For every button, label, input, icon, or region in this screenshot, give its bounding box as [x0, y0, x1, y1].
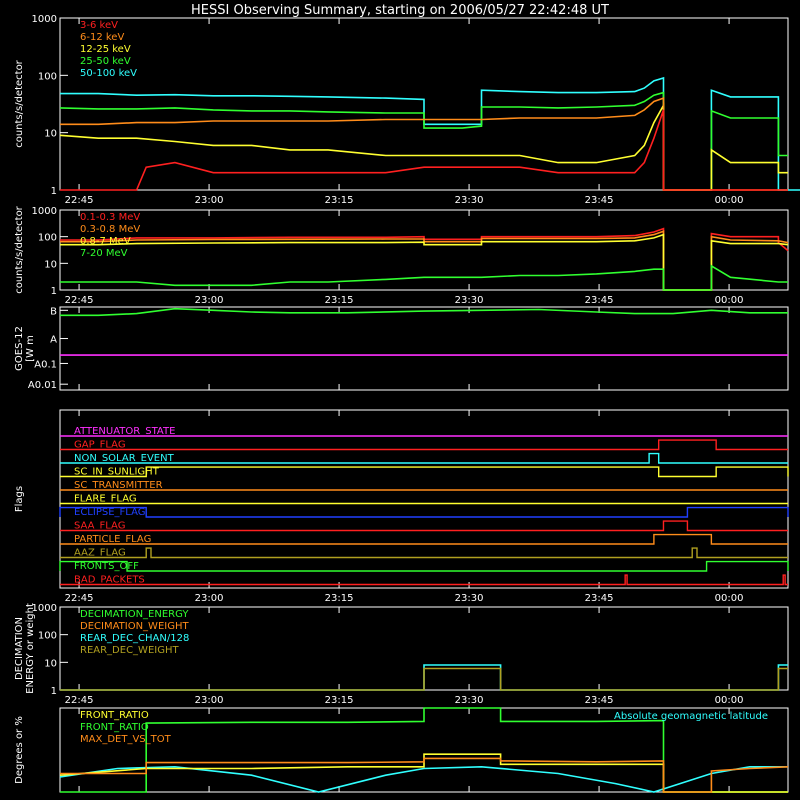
summary-chart: HESSI Observing Summary, starting on 200…: [0, 0, 800, 800]
y-axis-label: counts/s/detector: [14, 59, 25, 147]
legend-entry: DECIMATION_ENERGY: [80, 609, 189, 620]
legend-entry: FRONT_RATIO: [80, 710, 149, 721]
x-tick-label: 00:00: [715, 593, 744, 604]
y-tick-label: A: [50, 335, 57, 346]
flag-label: ECLIPSE_FLAG: [74, 507, 145, 518]
x-tick-label: 23:30: [455, 695, 484, 706]
y-axis-label: counts/s/detector: [14, 205, 25, 293]
x-tick-label: 23:45: [585, 195, 614, 206]
x-tick-label: 00:00: [715, 295, 744, 306]
x-tick-label: 22:45: [65, 195, 94, 206]
y-tick-label: 100: [38, 233, 57, 244]
legend-entry: 25-50 keV: [80, 56, 131, 67]
annotation-label: Absolute geomagnetic latitude: [614, 711, 768, 722]
x-tick-label: 23:15: [325, 295, 354, 306]
legend-entry: 3-6 keV: [80, 20, 118, 31]
legend-entry: FRONT_RATIO: [80, 722, 149, 733]
legend-entry: REAR_DEC_CHAN/128: [80, 633, 189, 644]
x-tick-label: 00:00: [715, 695, 744, 706]
y-tick-label: 10: [44, 129, 57, 140]
x-tick-label: 23:00: [195, 295, 224, 306]
x-tick-label: 23:00: [195, 195, 224, 206]
legend-entry: MAX_DET_VS_TOT: [80, 734, 172, 745]
legend-entry: 12-25 keV: [80, 44, 131, 55]
y-tick-label: 1: [51, 286, 57, 297]
x-tick-label: 00:00: [715, 195, 744, 206]
x-tick-label: 23:00: [195, 593, 224, 604]
y-tick-label: 1000: [32, 14, 57, 25]
y-tick-label: 10: [44, 658, 57, 669]
y-tick-label: B: [50, 306, 57, 317]
x-tick-label: 23:45: [585, 593, 614, 604]
y-tick-label: A0.1: [34, 359, 57, 370]
x-tick-label: 22:45: [65, 695, 94, 706]
legend-entry: 0.3-0.8 MeV: [80, 224, 140, 235]
x-tick-label: 23:30: [455, 295, 484, 306]
x-tick-label: 23:45: [585, 695, 614, 706]
y-tick-label: 10: [44, 259, 57, 270]
x-tick-label: 23:15: [325, 195, 354, 206]
x-tick-label: 23:30: [455, 593, 484, 604]
y-tick-label: 1000: [32, 206, 57, 217]
x-tick-label: 23:15: [325, 695, 354, 706]
legend-entry: REAR_DEC_WEIGHT: [80, 645, 179, 656]
y-tick-label: A0.01: [28, 380, 57, 391]
legend-entry: 0.1-0.3 MeV: [80, 212, 140, 223]
y-tick-label: 1: [51, 186, 57, 197]
x-tick-label: 23:30: [455, 195, 484, 206]
chart-title: HESSI Observing Summary, starting on 200…: [191, 3, 609, 18]
y-axis-label: Degrees or %: [14, 716, 25, 784]
x-tick-label: 23:15: [325, 593, 354, 604]
legend-entry: 0.8-7 MeV: [80, 236, 131, 247]
x-tick-label: 22:45: [65, 593, 94, 604]
y-tick-label: 100: [38, 71, 57, 82]
y-tick-label: 1: [51, 686, 57, 697]
y-tick-label: 100: [38, 631, 57, 642]
legend-entry: 7-20 MeV: [80, 248, 128, 259]
x-tick-label: 23:00: [195, 695, 224, 706]
x-tick-label: 23:45: [585, 295, 614, 306]
y-axis-label: Flags: [14, 486, 25, 512]
legend-entry: 50-100 keV: [80, 68, 137, 79]
legend-entry: DECIMATION_WEIGHT: [80, 621, 189, 632]
y-axis-label: ENERGY or weight: [25, 603, 36, 694]
y-axis-label: DECIMATION: [14, 617, 25, 680]
legend-entry: 6-12 keV: [80, 32, 124, 43]
x-tick-label: 22:45: [65, 295, 94, 306]
